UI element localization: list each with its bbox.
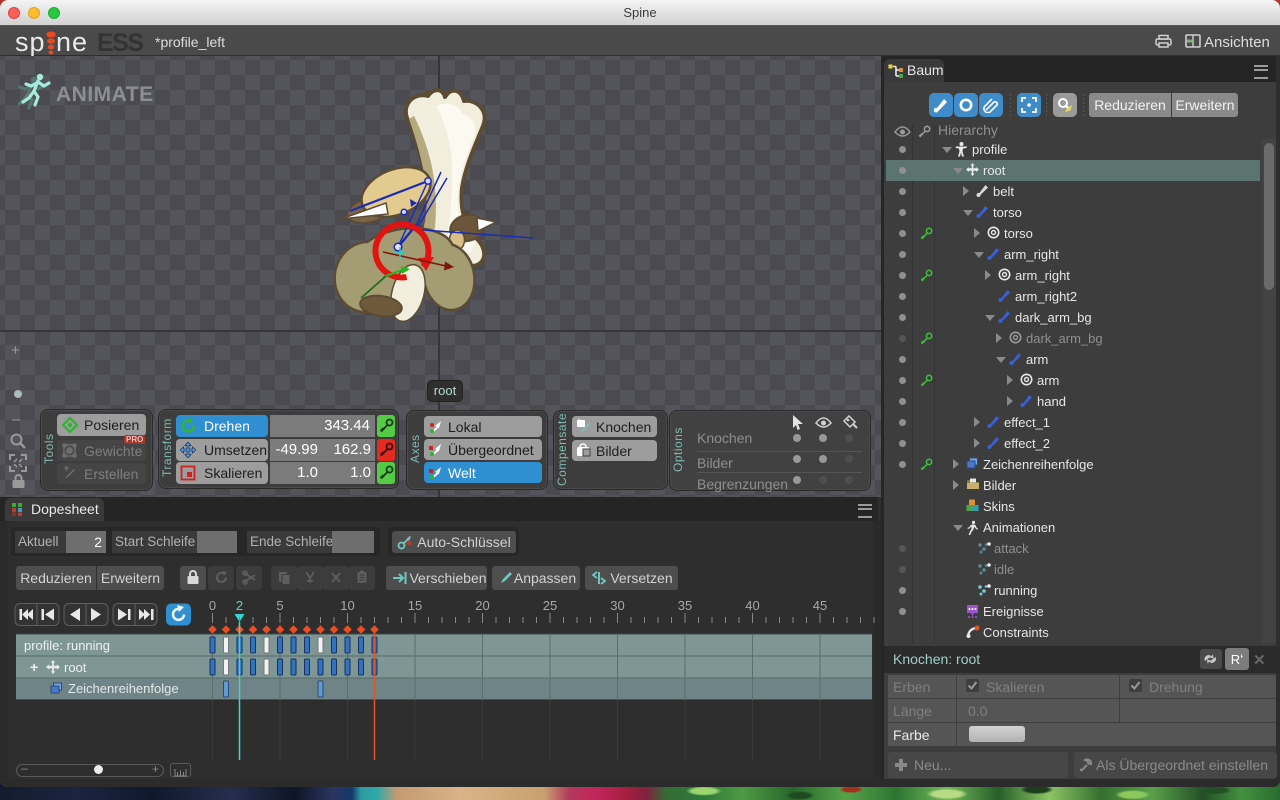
svg-text:10: 10 <box>340 598 354 613</box>
svg-text:5: 5 <box>276 598 283 613</box>
svg-text:30: 30 <box>610 598 624 613</box>
svg-text:45: 45 <box>813 598 827 613</box>
svg-text:25: 25 <box>543 598 557 613</box>
svg-text:20: 20 <box>475 598 489 613</box>
svg-text:15: 15 <box>408 598 422 613</box>
svg-text:40: 40 <box>745 598 759 613</box>
svg-text:35: 35 <box>678 598 692 613</box>
svg-text:2: 2 <box>236 598 243 613</box>
svg-text:0: 0 <box>209 598 216 613</box>
